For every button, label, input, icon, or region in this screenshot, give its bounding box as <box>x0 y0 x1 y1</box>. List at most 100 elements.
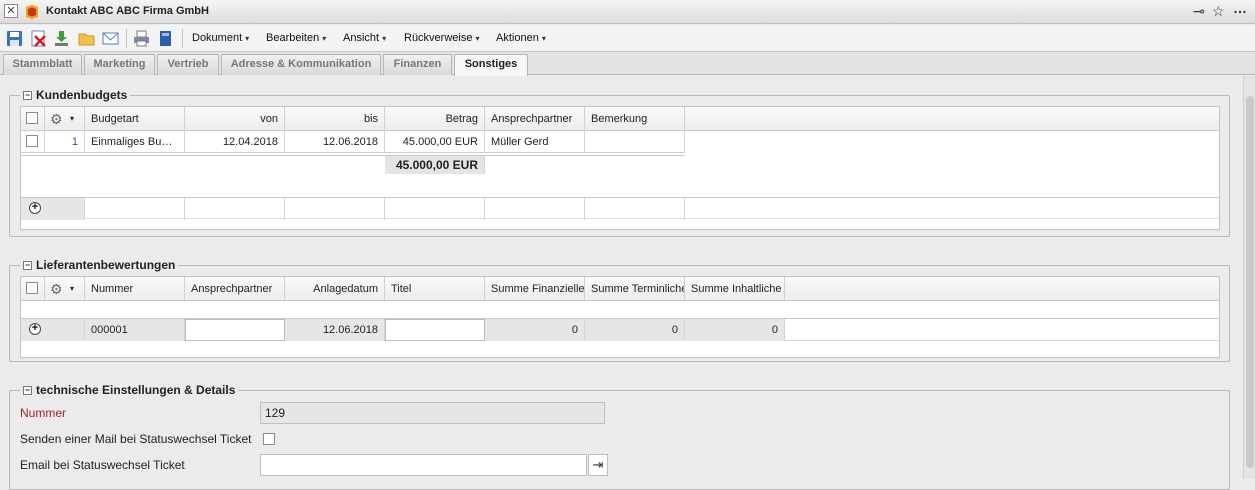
menu-ansicht[interactable]: Ansicht ▾ <box>343 32 386 44</box>
select-all-checkbox[interactable] <box>26 282 38 294</box>
window-titlebar: ✕ Kontakt ABC ABC Firma GmbH ⊸ ☆ … <box>0 0 1255 24</box>
mail-statuswechsel-label: Senden einer Mail bei Statuswechsel Tick… <box>20 432 252 446</box>
total-row: 45.000,00 EUR <box>21 155 685 174</box>
lieferantenbewertungen-legend: − Lieferantenbewertungen <box>20 258 179 272</box>
header-checkbox-cell <box>21 107 45 131</box>
tab-stammblatt[interactable]: Stammblatt <box>3 54 82 75</box>
new-budgetart-input[interactable] <box>85 198 185 220</box>
add-row-icon[interactable]: + <box>29 202 41 214</box>
scrollbar-thumb[interactable] <box>1246 96 1254 468</box>
mail-icon[interactable] <box>102 30 119 47</box>
new-ansprechpartner-input[interactable] <box>485 198 585 220</box>
column-header-ansprechpartner[interactable]: Ansprechpartner <box>485 107 585 131</box>
new-anlagedatum: 12.06.2018 <box>285 319 385 341</box>
lieferantenbewertungen-grid: ⚙ ▾ Nummer Ansprechpartner Anlagedatum T… <box>20 276 1220 358</box>
add-row-icon[interactable]: + <box>29 323 41 335</box>
new-titel-input[interactable] <box>385 319 485 341</box>
column-header-summe-finanzielle[interactable]: Summe Finanzielle <box>485 277 585 301</box>
collapse-icon[interactable]: − <box>23 385 32 395</box>
new-ansprechpartner-input[interactable] <box>185 319 285 341</box>
chevron-down-icon: ▾ <box>70 114 75 123</box>
select-all-checkbox[interactable] <box>26 112 38 124</box>
cell-von[interactable]: 12.04.2018 <box>185 131 285 153</box>
chevron-down-icon: ▾ <box>475 34 480 43</box>
tab-marketing[interactable]: Marketing <box>84 54 155 75</box>
chevron-down-icon: ▾ <box>245 34 250 43</box>
pin-icon[interactable]: ⊸ <box>1193 3 1205 20</box>
column-header-ansprechpartner[interactable]: Ansprechpartner <box>185 277 285 301</box>
column-settings[interactable]: ⚙ ▾ <box>45 107 85 131</box>
column-header-nummer[interactable]: Nummer <box>85 277 185 301</box>
kundenbudgets-section: − Kundenbudgets ⚙ ▾ Budgetart von bis Be… <box>9 88 1230 237</box>
nummer-field: 129 <box>260 402 605 424</box>
menu-bearbeiten[interactable]: Bearbeiten ▾ <box>266 32 326 44</box>
add-row-cell: + <box>21 319 85 341</box>
cell-bemerkung[interactable] <box>585 131 685 153</box>
technische-einstellungen-legend: − technische Einstellungen & Details <box>20 383 239 397</box>
column-header-bemerkung[interactable]: Bemerkung <box>585 107 685 131</box>
column-header-von[interactable]: von <box>185 107 285 131</box>
menu-dokument[interactable]: Dokument ▾ <box>192 32 249 44</box>
column-header-betrag[interactable]: Betrag <box>385 107 485 131</box>
content-area: − Kundenbudgets ⚙ ▾ Budgetart von bis Be… <box>0 76 1243 490</box>
new-entry-row: + <box>21 197 1219 220</box>
column-header-anlagedatum[interactable]: Anlagedatum <box>285 277 385 301</box>
delete-icon[interactable] <box>30 30 47 47</box>
table-row[interactable]: 1 Einmaliges Bu… 12.04.2018 12.06.2018 4… <box>21 131 685 153</box>
tab-finanzen[interactable]: Finanzen <box>383 54 452 75</box>
column-header-titel[interactable]: Titel <box>385 277 485 301</box>
new-bemerkung-input[interactable] <box>585 198 685 220</box>
email-picker-icon[interactable]: ⇥ <box>588 454 608 476</box>
toolbar-separator <box>126 29 127 48</box>
app-logo-icon <box>26 5 38 19</box>
new-nummer: 000001 <box>85 319 185 341</box>
save-icon[interactable] <box>6 30 23 47</box>
toolbar: Dokument ▾ Bearbeiten ▾ Ansicht ▾ Rückverwe… <box>0 25 1255 52</box>
new-summe-finanzielle: 0 <box>485 319 585 341</box>
cell-ansprechpartner[interactable]: Müller Gerd <box>485 131 585 153</box>
download-icon[interactable] <box>53 30 70 47</box>
menu-aktionen[interactable]: Aktionen ▾ <box>496 32 546 44</box>
folder-icon[interactable] <box>78 30 95 47</box>
chevron-down-icon: ▾ <box>382 34 387 43</box>
chevron-down-icon: ▾ <box>70 284 75 293</box>
new-von-input[interactable] <box>185 198 285 220</box>
tab-sonstiges[interactable]: Sonstiges <box>454 54 528 76</box>
tab-bar: Stammblatt Marketing Vertrieb Adresse & … <box>0 52 1255 76</box>
cell-betrag[interactable]: 45.000,00 EUR <box>385 131 485 153</box>
email-statuswechsel-label: Email bei Statuswechsel Ticket <box>20 458 185 472</box>
email-statuswechsel-input[interactable] <box>260 454 587 476</box>
nummer-label: Nummer <box>20 406 67 420</box>
new-bis-input[interactable] <box>285 198 385 220</box>
new-betrag-input[interactable] <box>385 198 485 220</box>
tab-adresse-kommunikation[interactable]: Adresse & Kommunikation <box>221 54 381 75</box>
collapse-icon[interactable]: − <box>23 260 32 270</box>
lieferantenbewertungen-section: − Lieferantenbewertungen ⚙ ▾ Nummer Ansp… <box>9 258 1230 362</box>
menu-rueckverweise[interactable]: Rückverweise ▾ <box>404 32 479 44</box>
toolbar-separator <box>182 29 183 48</box>
vertical-scrollbar[interactable] <box>1243 76 1255 479</box>
book-icon[interactable] <box>157 30 174 47</box>
collapse-icon[interactable]: − <box>23 90 32 100</box>
gear-icon[interactable]: ⚙ <box>50 277 63 301</box>
more-icon[interactable]: … <box>1233 0 1247 16</box>
star-icon[interactable]: ☆ <box>1212 3 1225 20</box>
column-header-budgetart[interactable]: Budgetart <box>85 107 185 131</box>
new-entry-row: + 000001 12.06.2018 0 0 0 <box>21 318 1219 341</box>
column-header-summe-terminliche[interactable]: Summe Terminliche <box>585 277 685 301</box>
tab-vertrieb[interactable]: Vertrieb <box>157 54 219 75</box>
column-settings[interactable]: ⚙ ▾ <box>45 277 85 301</box>
column-header-bis[interactable]: bis <box>285 107 385 131</box>
add-row-cell: + <box>21 198 85 220</box>
print-icon[interactable] <box>133 30 150 47</box>
gear-icon[interactable]: ⚙ <box>50 107 63 131</box>
close-icon[interactable]: ✕ <box>4 4 18 18</box>
row-checkbox[interactable] <box>26 135 38 147</box>
cell-bis[interactable]: 12.06.2018 <box>285 131 385 153</box>
mail-statuswechsel-checkbox[interactable] <box>263 433 275 445</box>
row-checkbox-cell <box>21 131 45 153</box>
cell-budgetart[interactable]: Einmaliges Bu… <box>85 131 185 153</box>
column-header-summe-inhaltliche[interactable]: Summe Inhaltliche <box>685 277 785 301</box>
row-number[interactable]: 1 <box>45 131 85 153</box>
new-summe-inhaltliche: 0 <box>685 319 785 341</box>
